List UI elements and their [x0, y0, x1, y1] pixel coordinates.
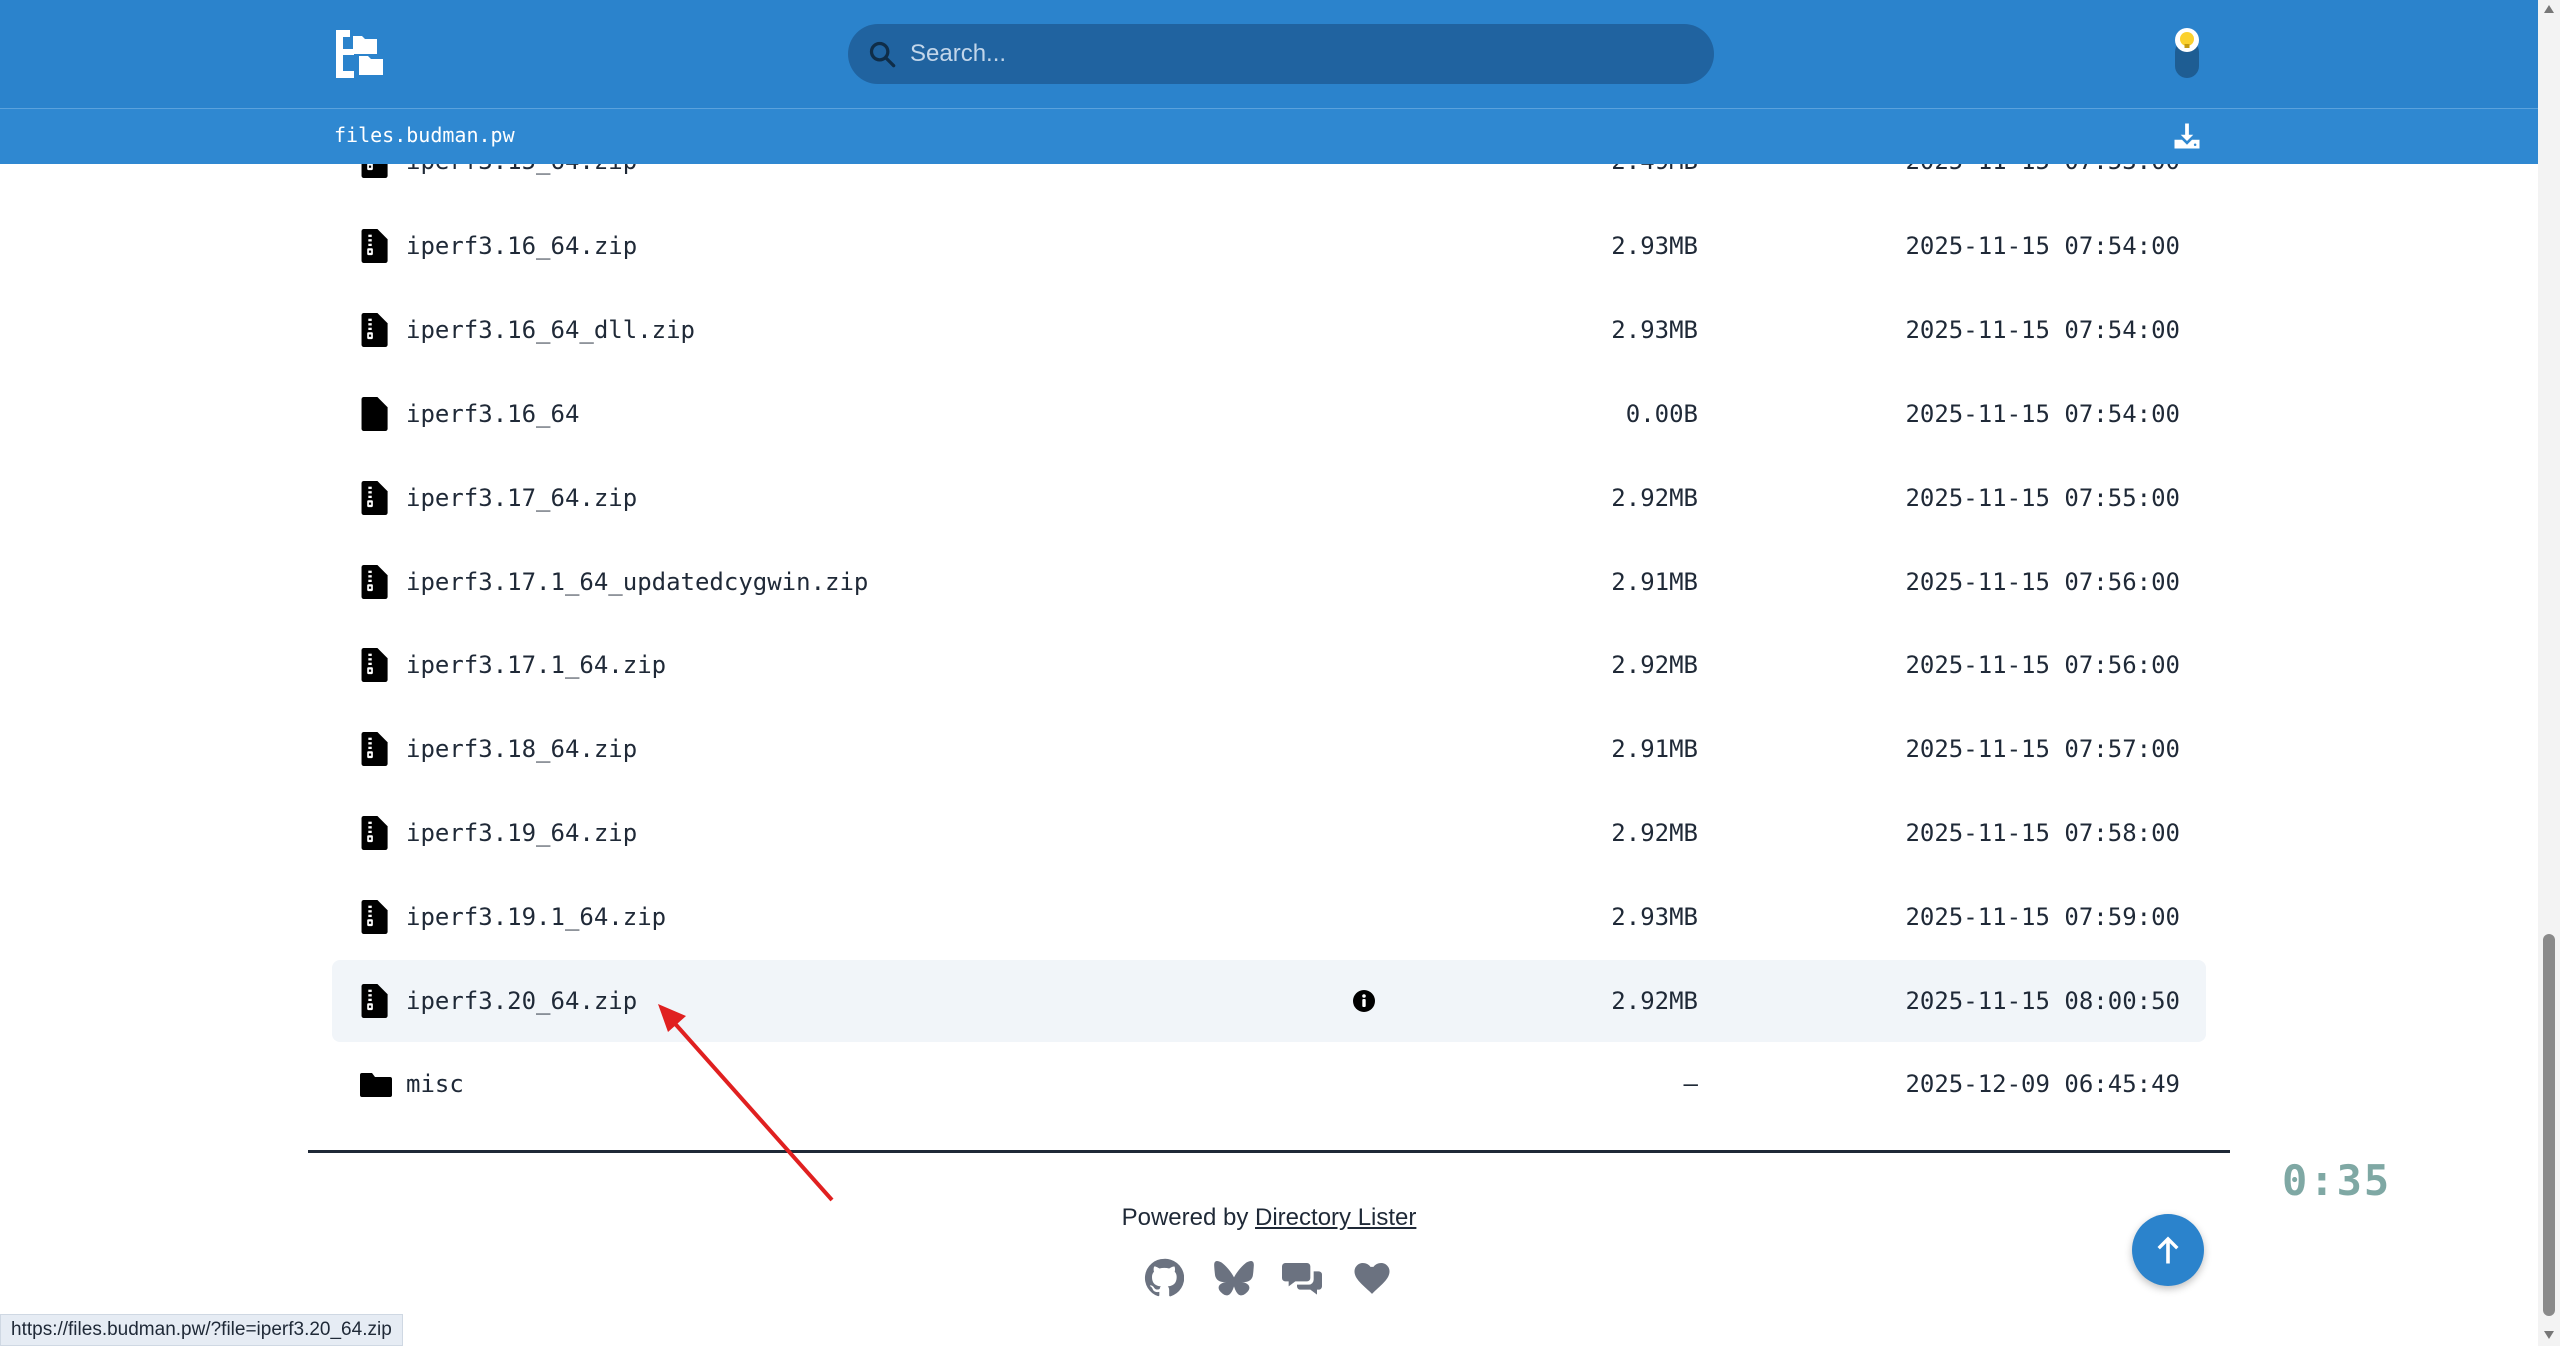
zip-file-icon — [361, 229, 388, 263]
file-name: iperf3.16_64 — [406, 400, 580, 428]
zip-file-icon — [361, 900, 388, 934]
file-icon — [361, 397, 388, 431]
file-name: iperf3.17.1_64.zip — [406, 651, 667, 679]
folder-row[interactable]: misc — 2025-12-09 06:45:49 — [332, 1043, 2206, 1125]
file-row-hovered[interactable]: iperf3.20_64.zip 2.92MB 2025-11-15 08:00… — [332, 960, 2206, 1042]
file-name: iperf3.16_64_dll.zip — [406, 316, 695, 344]
zip-file-icon — [361, 816, 388, 850]
file-row[interactable]: iperf3.17.1_64_updatedcygwin.zip 2.91MB … — [332, 541, 2206, 623]
directory-lister-logo-icon[interactable] — [336, 30, 388, 78]
zip-file-icon — [361, 648, 388, 682]
search-input[interactable] — [908, 24, 1688, 84]
folder-size: — — [1683, 1070, 1698, 1098]
zip-file-icon — [361, 481, 388, 515]
file-size: 2.92MB — [1611, 819, 1698, 847]
file-size: 2.93MB — [1611, 232, 1698, 260]
file-name: iperf3.17.1_64_updatedcygwin.zip — [406, 568, 869, 596]
file-row[interactable]: iperf3.19.1_64.zip 2.93MB 2025-11-15 07:… — [332, 876, 2206, 958]
file-size: 2.92MB — [1611, 987, 1698, 1015]
zip-file-icon — [361, 732, 388, 766]
info-icon[interactable] — [1352, 989, 1376, 1013]
file-date: 2025-11-15 07:54:00 — [1905, 232, 2180, 260]
file-date: 2025-11-15 07:55:00 — [1905, 484, 2180, 512]
file-size: 0.00B — [1625, 400, 1698, 428]
file-date: 2025-11-15 07:54:00 — [1905, 316, 2180, 344]
file-date: 2025-11-15 07:57:00 — [1905, 735, 2180, 763]
zip-file-icon — [361, 984, 388, 1018]
file-size: 2.91MB — [1611, 568, 1698, 596]
search-icon — [869, 41, 896, 68]
file-name: iperf3.19_64.zip — [406, 819, 638, 847]
file-row[interactable]: iperf3.17.1_64.zip 2.92MB 2025-11-15 07:… — [332, 624, 2206, 706]
file-name: iperf3.17_64.zip — [406, 484, 638, 512]
file-row[interactable]: iperf3.18_64.zip 2.91MB 2025-11-15 07:57… — [332, 708, 2206, 790]
folder-icon — [360, 1073, 392, 1097]
timer-display: 0:35 — [2282, 1156, 2392, 1205]
folder-date: 2025-12-09 06:45:49 — [1905, 1070, 2180, 1098]
github-icon[interactable] — [1144, 1258, 1184, 1298]
page-scrollbar[interactable] — [2538, 0, 2560, 1346]
file-name: iperf3.18_64.zip — [406, 735, 638, 763]
scrollbar-thumb[interactable] — [2543, 934, 2555, 1316]
theme-toggle-icon[interactable] — [2170, 26, 2204, 78]
header: files.budman.pw — [0, 0, 2538, 164]
file-row[interactable]: iperf3.16_64_dll.zip 2.93MB 2025-11-15 0… — [332, 289, 2206, 371]
folder-name: misc — [406, 1070, 464, 1098]
file-date: 2025-11-15 07:56:00 — [1905, 568, 2180, 596]
file-name: iperf3.16_64.zip — [406, 232, 638, 260]
download-icon[interactable] — [2172, 121, 2202, 151]
file-date: 2025-11-15 07:56:00 — [1905, 651, 2180, 679]
breadcrumb-bar: files.budman.pw — [0, 108, 2538, 164]
heart-icon[interactable] — [1352, 1258, 1392, 1298]
bluesky-icon[interactable] — [1214, 1258, 1254, 1298]
file-size: 2.92MB — [1611, 484, 1698, 512]
site-name-link[interactable]: files.budman.pw — [334, 123, 515, 147]
file-date: 2025-11-15 07:59:00 — [1905, 903, 2180, 931]
top-bar — [0, 0, 2538, 108]
scroll-to-top-button[interactable] — [2132, 1214, 2204, 1286]
powered-by-text: Powered by — [1121, 1204, 1256, 1231]
chat-icon[interactable] — [1282, 1258, 1322, 1298]
file-name: iperf3.20_64.zip — [406, 987, 638, 1015]
file-row[interactable]: iperf3.16_64.zip 2.93MB 2025-11-15 07:54… — [332, 205, 2206, 287]
file-date: 2025-11-15 08:00:50 — [1905, 987, 2180, 1015]
file-row[interactable]: iperf3.19_64.zip 2.92MB 2025-11-15 07:58… — [332, 792, 2206, 874]
file-size: 2.92MB — [1611, 651, 1698, 679]
scroll-down-arrow-icon[interactable] — [2543, 1330, 2555, 1340]
file-list: iperf3.15_64.zip 2.49MB 2025-11-15 07:53… — [0, 0, 2538, 1346]
file-size: 2.93MB — [1611, 903, 1698, 931]
footer-divider — [308, 1150, 2230, 1153]
zip-file-icon — [361, 313, 388, 347]
file-row[interactable]: iperf3.16_64 0.00B 2025-11-15 07:54:00 — [332, 373, 2206, 455]
file-size: 2.91MB — [1611, 735, 1698, 763]
status-bar-url: https://files.budman.pw/?file=iperf3.20_… — [0, 1314, 403, 1346]
file-name: iperf3.19.1_64.zip — [406, 903, 667, 931]
arrow-up-icon — [2157, 1236, 2179, 1264]
search-box[interactable] — [848, 24, 1714, 84]
file-row[interactable]: iperf3.17_64.zip 2.92MB 2025-11-15 07:55… — [332, 457, 2206, 539]
file-date: 2025-11-15 07:58:00 — [1905, 819, 2180, 847]
zip-file-icon — [361, 565, 388, 599]
scroll-up-arrow-icon[interactable] — [2543, 4, 2555, 14]
file-date: 2025-11-15 07:54:00 — [1905, 400, 2180, 428]
file-size: 2.93MB — [1611, 316, 1698, 344]
directory-lister-link[interactable]: Directory Lister — [1255, 1204, 1416, 1231]
